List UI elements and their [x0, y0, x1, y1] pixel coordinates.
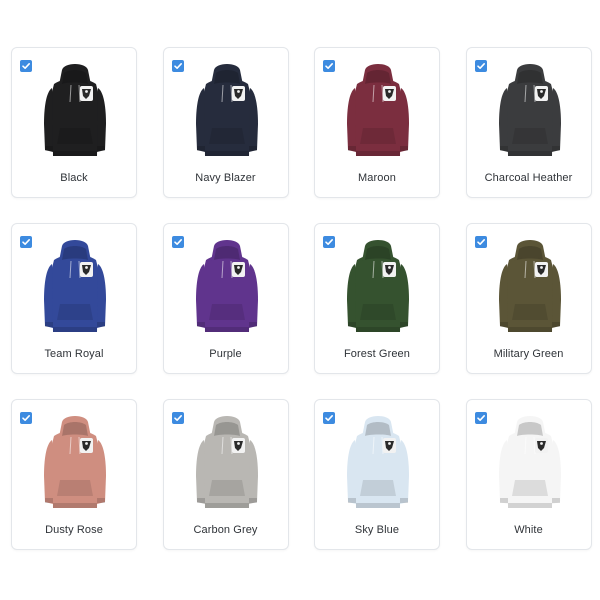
variant-card[interactable]: Maroon	[314, 47, 440, 198]
variant-card[interactable]: Forest Green	[314, 223, 440, 374]
hoodie-icon	[36, 410, 114, 514]
variant-label: Navy Blazer	[195, 172, 256, 184]
variant-label: Sky Blue	[354, 524, 400, 536]
variant-checkbox[interactable]	[474, 60, 487, 72]
mascot-graphic	[534, 86, 548, 101]
checkmark-icon	[476, 239, 485, 245]
variant-checkbox[interactable]	[474, 412, 487, 424]
variant-label: Team Royal	[44, 348, 104, 360]
variant-checkbox[interactable]	[323, 236, 335, 248]
hoodie-icon	[36, 58, 114, 162]
variant-checkbox[interactable]	[171, 60, 184, 72]
checkmark-icon	[325, 415, 333, 421]
hoodie-icon	[491, 234, 569, 338]
mascot-graphic	[231, 86, 245, 101]
variant-label: Maroon	[358, 172, 396, 184]
variant-card[interactable]: White	[465, 399, 592, 550]
mascot-graphic	[80, 438, 93, 453]
hoodie-icon	[339, 234, 417, 338]
mascot-graphic	[231, 262, 245, 277]
variant-card[interactable]: Navy Blazer	[162, 47, 289, 198]
variant-card[interactable]: Black	[11, 47, 137, 198]
variant-card[interactable]: Carbon Grey	[162, 399, 289, 550]
checkmark-icon	[325, 63, 333, 69]
variant-checkbox[interactable]	[474, 236, 487, 248]
mascot-graphic	[383, 438, 396, 453]
variant-checkbox[interactable]	[323, 60, 335, 72]
checkmark-icon	[173, 63, 182, 69]
variant-label: White	[514, 524, 543, 536]
mascot-graphic	[534, 262, 548, 277]
hoodie-icon	[188, 58, 266, 162]
mascot-graphic	[80, 86, 93, 101]
variant-label: Charcoal Heather	[484, 172, 573, 184]
hoodie-icon	[491, 410, 569, 514]
hoodie-icon	[188, 410, 266, 514]
mascot-graphic	[80, 262, 93, 277]
mascot-graphic	[383, 262, 396, 277]
variant-card[interactable]: Sky Blue	[314, 399, 440, 550]
variant-checkbox[interactable]	[20, 412, 32, 424]
variant-card[interactable]: Dusty Rose	[11, 399, 137, 550]
hoodie-icon	[188, 234, 266, 338]
variant-checkbox[interactable]	[323, 412, 335, 424]
hoodie-icon	[339, 410, 417, 514]
variant-label: Black	[60, 172, 88, 184]
mascot-graphic	[231, 438, 245, 453]
variant-checkbox[interactable]	[20, 60, 32, 72]
checkmark-icon	[173, 239, 182, 245]
variant-card[interactable]: Military Green	[465, 223, 592, 374]
checkmark-icon	[476, 415, 485, 421]
mascot-graphic	[534, 438, 548, 453]
hoodie-icon	[339, 58, 417, 162]
hoodie-icon	[491, 58, 569, 162]
mascot-graphic	[383, 86, 396, 101]
hoodie-icon	[36, 234, 114, 338]
variant-checkbox[interactable]	[20, 236, 32, 248]
variant-card[interactable]: Team Royal	[11, 223, 137, 374]
checkmark-icon	[325, 239, 333, 245]
variant-card[interactable]: Purple	[162, 223, 289, 374]
color-variant-grid: Black Navy Blazer Maroon Charcoal Heather Te…	[11, 47, 592, 550]
checkmark-icon	[173, 415, 182, 421]
variant-label: Carbon Grey	[193, 524, 258, 536]
checkmark-icon	[22, 63, 30, 69]
variant-card[interactable]: Charcoal Heather	[465, 47, 592, 198]
variant-label: Purple	[209, 348, 242, 360]
checkmark-icon	[22, 415, 30, 421]
checkmark-icon	[22, 239, 30, 245]
variant-label: Military Green	[493, 348, 564, 360]
variant-checkbox[interactable]	[171, 236, 184, 248]
variant-label: Forest Green	[343, 348, 410, 360]
variant-checkbox[interactable]	[171, 412, 184, 424]
variant-label: Dusty Rose	[45, 524, 103, 536]
checkmark-icon	[476, 63, 485, 69]
